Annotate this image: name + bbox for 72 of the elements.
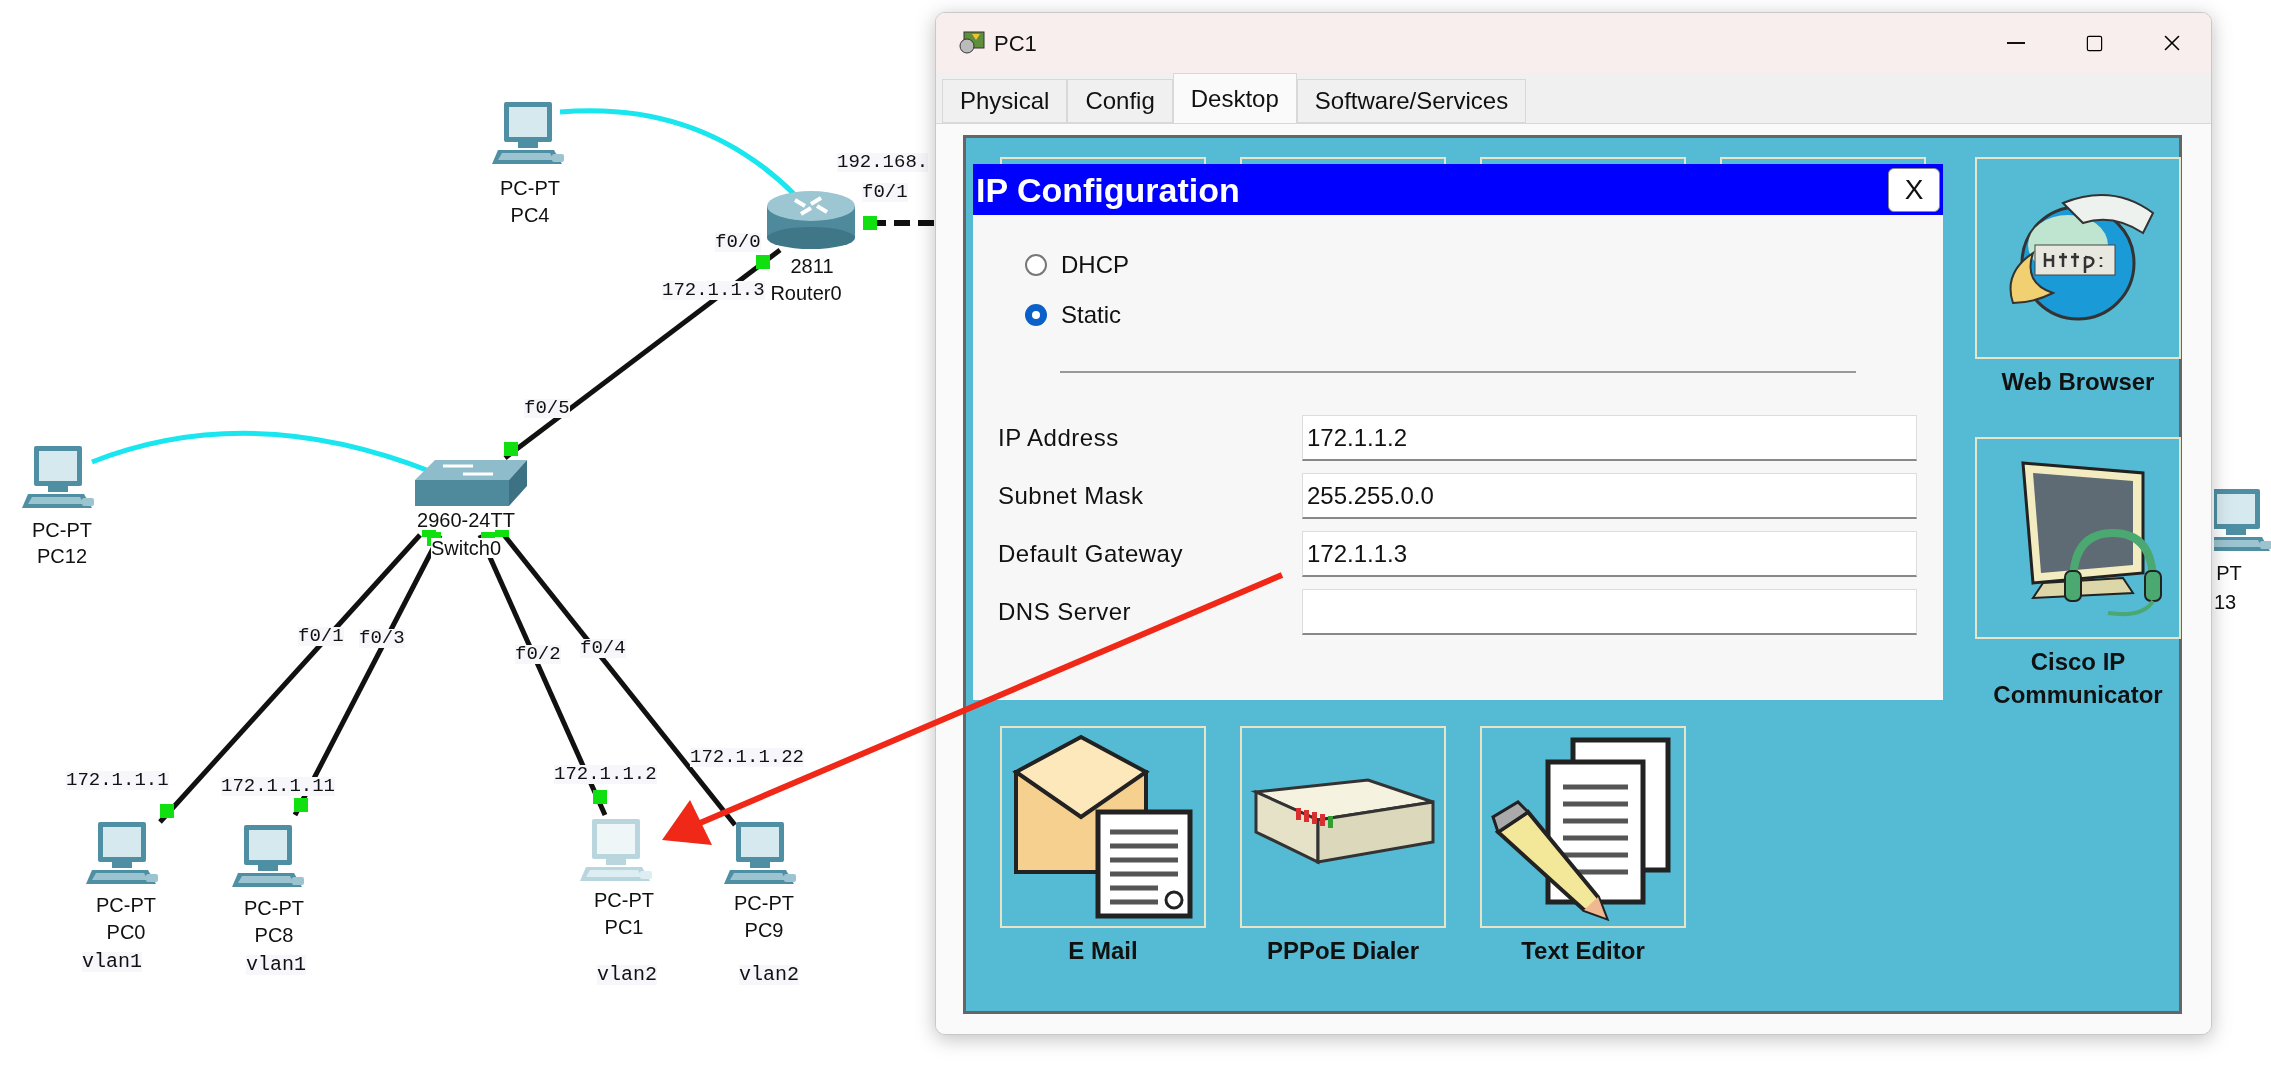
app-icon [958,30,988,56]
input-field[interactable]: 255.255.0.0 [1302,473,1917,519]
vlan-label: vlan2 [597,965,657,985]
port-label: 172.1.1.11 [221,777,336,796]
device-name-label: PC8 [254,925,294,945]
device-model-label: 2960-24TT [417,510,515,530]
port-label: f0/4 [580,639,626,658]
port-label: f0/2 [515,645,561,664]
tab[interactable]: Software/Services [1296,79,1527,123]
app-label: Text Editor [1520,936,1646,966]
app-tile[interactable] [1480,726,1686,928]
port-label: 172.1.1.2 [554,765,657,784]
device-model-label: PT [2216,563,2242,583]
port-label: 172.1.1.3 [662,281,765,300]
device-model-label: 2811 [790,256,834,276]
port-status-icon [863,216,877,230]
panel-title: IP Configuration [976,172,1240,207]
app-label: E Mail [1067,936,1139,966]
port-label: f0/3 [359,629,405,648]
input-field[interactable]: 172.1.1.2 [1302,415,1917,461]
device-name-label: PC12 [37,546,87,566]
device-name-label: Router0 [770,283,842,303]
radio-option[interactable]: DHCP [1025,253,1129,277]
app-label: Web Browser [2000,367,2156,397]
field-label: Subnet Mask [998,481,1145,511]
router-icon[interactable] [765,188,857,250]
port-label: 172.1.1.22 [690,748,805,767]
port-label: 192.168. [837,153,929,172]
radio-option[interactable]: Static [1025,303,1122,327]
tab[interactable]: Physical [942,79,1068,123]
device-model-label: PC-PT [734,893,794,913]
port-label: f0/1 [298,627,344,646]
minimize-icon [2007,42,2025,44]
device-model-label: PC-PT [500,178,560,198]
app-label: PPPoE Dialer [1265,936,1421,966]
vlan-label: vlan2 [739,965,799,985]
device-name-label: PC4 [510,205,550,225]
device-model-label: PC-PT [594,890,654,910]
app-tile[interactable] [1240,726,1446,928]
tab[interactable]: Desktop [1172,73,1297,123]
vlan-label: vlan1 [82,952,142,972]
port-status-icon [504,442,518,456]
port-status-icon [593,790,607,804]
port-label: f0/5 [524,399,570,418]
port-status-icon [294,798,308,812]
device-name-label: 13 [2213,592,2237,612]
vlan-label: vlan1 [246,955,306,975]
port-label: f0/0 [715,233,761,252]
app-tile[interactable] [1000,726,1206,928]
input-field[interactable]: 172.1.1.3 [1302,531,1917,577]
device-name-label: Switch0 [431,538,501,558]
field-label: Default Gateway [998,539,1184,569]
port-status-icon [160,804,174,818]
window-title: PC1 [994,29,1037,58]
field-label: DNS Server [998,597,1133,627]
input-field[interactable] [1302,589,1917,635]
device-model-label: PC-PT [244,898,304,918]
device-name-label: PC9 [744,920,784,940]
device-model-label: PC-PT [32,520,92,540]
device-model-label: PC-PT [96,895,156,915]
port-label: f0/1 [862,183,908,202]
port-label: 172.1.1.1 [66,771,169,790]
device-name-label: PC1 [604,917,644,937]
device-name-label: PC0 [106,922,146,942]
app-label: Cisco IP Communicator [1992,647,2164,710]
port-status-icon [756,255,770,269]
tab[interactable]: Config [1067,79,1173,123]
maximize-icon [2084,33,2104,53]
app-tile[interactable] [1975,437,2181,639]
app-tile[interactable] [1975,157,2181,359]
field-label: IP Address [998,423,1120,453]
close-button[interactable]: X [1888,167,1940,212]
